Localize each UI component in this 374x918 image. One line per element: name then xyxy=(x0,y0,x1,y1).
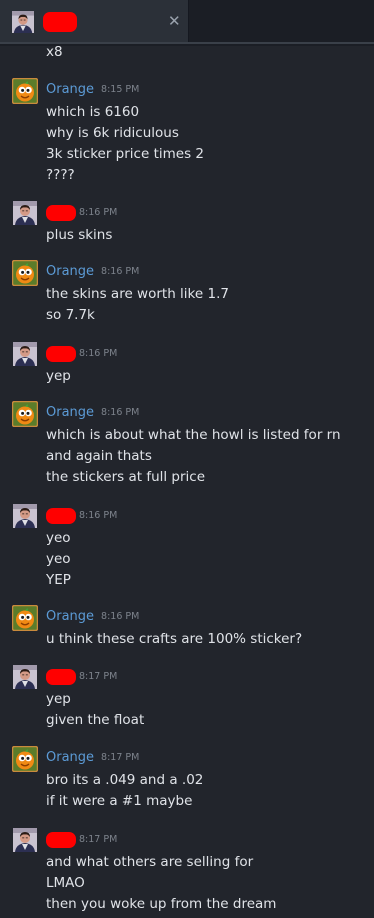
orange-avatar-icon[interactable] xyxy=(12,605,38,631)
timestamp: 8:17 PM xyxy=(79,834,118,845)
user-avatar-icon[interactable] xyxy=(13,342,37,366)
redacted-username xyxy=(46,832,76,848)
message-line: which is 6160 xyxy=(46,104,140,120)
message-line: YEP xyxy=(46,572,71,588)
user-avatar-icon[interactable] xyxy=(13,665,37,689)
message-line: 3k sticker price times 2 xyxy=(46,146,204,162)
message-line: which is about what the howl is listed f… xyxy=(46,427,341,443)
chat-header: ✕ xyxy=(0,0,374,46)
message-line: x8 xyxy=(46,44,63,60)
message-line: yep xyxy=(46,691,71,707)
message-line: the skins are worth like 1.7 xyxy=(46,286,229,302)
message-line: yep xyxy=(46,368,71,384)
message-line: why is 6k ridiculous xyxy=(46,125,179,141)
timestamp: 8:15 PM xyxy=(101,84,140,95)
timestamp: 8:16 PM xyxy=(101,611,140,622)
redacted-username xyxy=(46,205,76,221)
message-line: ???? xyxy=(46,167,75,183)
orange-avatar-icon[interactable] xyxy=(12,78,38,104)
user-avatar-icon[interactable] xyxy=(13,201,37,225)
redacted-username xyxy=(43,12,77,32)
message-line: and what others are selling for xyxy=(46,854,254,870)
sender-name[interactable]: Orange xyxy=(46,82,94,98)
close-icon[interactable]: ✕ xyxy=(168,11,181,31)
message-line: bro its a .049 and a .02 xyxy=(46,772,204,788)
timestamp: 8:17 PM xyxy=(101,752,140,763)
timestamp: 8:16 PM xyxy=(101,266,140,277)
message-line: plus skins xyxy=(46,227,113,243)
timestamp: 8:16 PM xyxy=(101,407,140,418)
message-line: u think these crafts are 100% sticker? xyxy=(46,631,303,647)
orange-avatar-icon[interactable] xyxy=(12,746,38,772)
sender-name[interactable]: Orange xyxy=(46,609,94,625)
message-line: LMAO xyxy=(46,875,85,891)
redacted-username xyxy=(46,346,76,362)
message-line: so 7.7k xyxy=(46,307,95,323)
redacted-username xyxy=(46,669,76,685)
timestamp: 8:16 PM xyxy=(79,348,118,359)
chat-tab[interactable]: ✕ xyxy=(0,0,189,43)
timestamp: 8:16 PM xyxy=(79,510,118,521)
message-line: yeo xyxy=(46,530,71,546)
orange-avatar-icon[interactable] xyxy=(12,260,38,286)
message-line: if it were a #1 maybe xyxy=(46,793,193,809)
message-line: given the float xyxy=(46,712,145,728)
sender-name[interactable]: Orange xyxy=(46,750,94,766)
message-line: the stickers at full price xyxy=(46,469,206,485)
sender-name[interactable]: Orange xyxy=(46,264,94,280)
redacted-username xyxy=(46,508,76,524)
timestamp: 8:17 PM xyxy=(79,671,118,682)
message-line: and again thats xyxy=(46,448,152,464)
message-line: yeo xyxy=(46,551,71,567)
message-line: then you woke up from the dream xyxy=(46,896,277,912)
user-avatar-icon[interactable] xyxy=(13,828,37,852)
user-avatar-icon[interactable] xyxy=(13,504,37,528)
user-avatar-icon xyxy=(12,11,34,33)
orange-avatar-icon[interactable] xyxy=(12,401,38,427)
sender-name[interactable]: Orange xyxy=(46,405,94,421)
timestamp: 8:16 PM xyxy=(79,207,118,218)
